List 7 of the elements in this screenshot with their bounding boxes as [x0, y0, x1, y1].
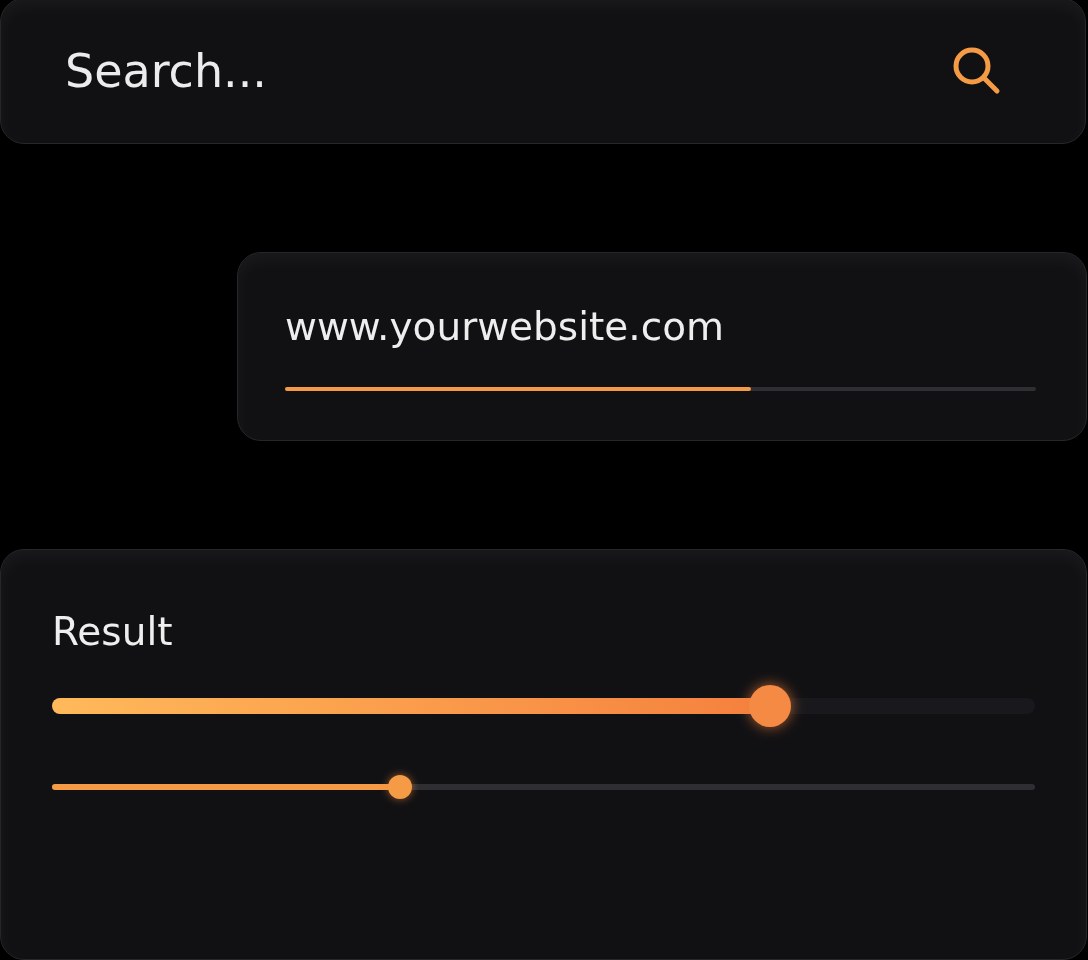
url-field[interactable]: www.yourwebsite.com — [237, 252, 1087, 441]
slider-thumb[interactable] — [387, 774, 412, 799]
url-text: www.yourwebsite.com — [285, 303, 725, 352]
result-title: Result — [52, 607, 174, 656]
search-field[interactable]: Search... — [65, 44, 947, 99]
search-bar[interactable]: Search... — [0, 0, 1086, 145]
slider-thumb[interactable] — [748, 684, 791, 727]
